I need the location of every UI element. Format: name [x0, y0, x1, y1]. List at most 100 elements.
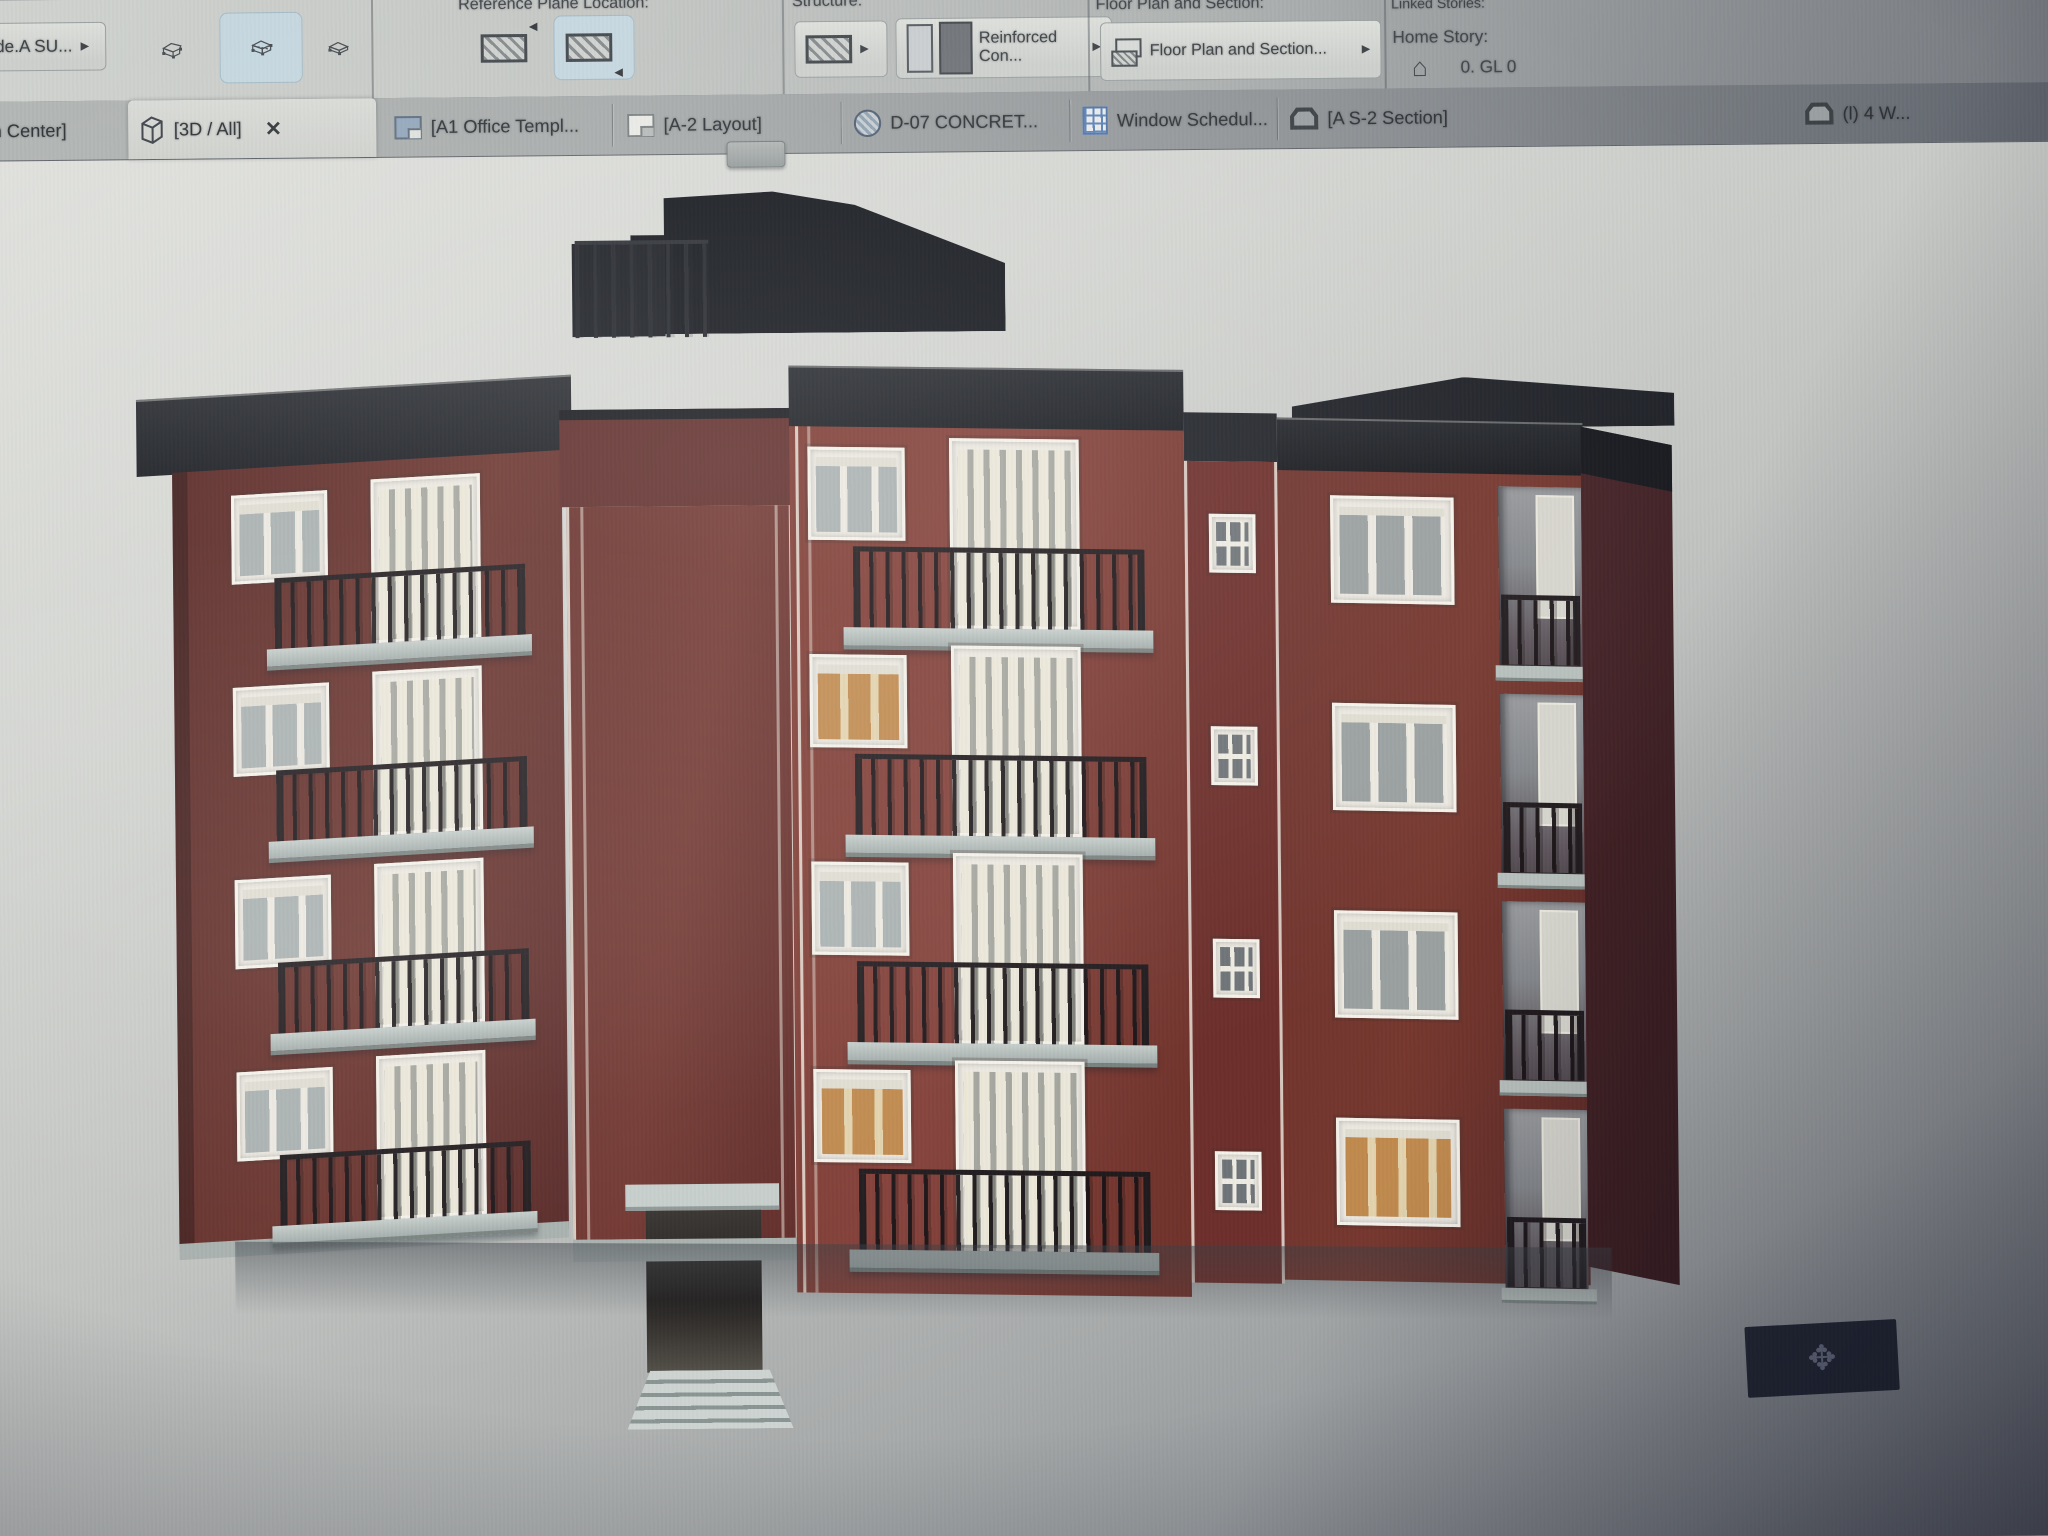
stair-tower[interactable] — [558, 248, 806, 1274]
balcony-railing[interactable] — [1505, 1009, 1585, 1082]
balcony-railing[interactable] — [853, 546, 1145, 637]
viewport-3d[interactable]: ✥ — [0, 141, 2048, 1536]
slab-sloped-glyph — [160, 34, 187, 65]
marker-top-icon: ◀ — [529, 22, 538, 33]
favorites-dropdown[interactable]: rade.A SU... ▶ — [0, 22, 106, 72]
hatch-swatch-icon — [480, 34, 527, 63]
window[interactable] — [235, 875, 332, 970]
right-end-face[interactable] — [1580, 427, 1679, 1285]
tab-label: D-07 CONCRET... — [890, 111, 1038, 134]
window[interactable] — [1332, 703, 1457, 813]
floor-plan-value: Floor Plan and Section... — [1150, 40, 1327, 60]
window-panes — [816, 457, 898, 533]
window-panes — [245, 1078, 326, 1154]
small-window[interactable] — [1209, 514, 1256, 573]
photographed-monitor: rade.A SU... ▶ — [0, 0, 2048, 1536]
window[interactable] — [807, 447, 905, 541]
window-panes — [1345, 1129, 1451, 1218]
window[interactable] — [1330, 495, 1455, 605]
window[interactable] — [1336, 1118, 1461, 1228]
floor-plan-icon — [1111, 38, 1142, 65]
window[interactable] — [809, 654, 907, 748]
building-material-dropdown[interactable]: Reinforced Con... ▶ — [895, 16, 1112, 79]
tab-as2-section[interactable]: [A S-2 Section] — [1280, 88, 1483, 149]
linked-stories-label: Linked Stories: — [1391, 0, 1485, 12]
tab-elevation-4w[interactable]: (l) 4 W... — [1795, 82, 2048, 143]
corner-trim — [580, 507, 590, 1240]
pan-navigation-widget[interactable]: ✥ — [1744, 1319, 1899, 1398]
tab-label: [A-2 Layout] — [664, 113, 762, 135]
main-facade-block[interactable] — [788, 365, 1192, 1311]
main-roof-fascia[interactable] — [788, 365, 1183, 432]
window-panes — [1218, 734, 1251, 778]
home-story-icon: ⌂ — [1412, 54, 1428, 80]
window-panes — [1343, 922, 1449, 1011]
small-window[interactable] — [1213, 939, 1260, 998]
ground-shadow — [235, 1242, 1612, 1321]
slab-thin-glyph — [325, 33, 352, 64]
screen-content: rade.A SU... ▶ — [0, 0, 2048, 1536]
tab-window-schedule[interactable]: Window Schedul... — [1072, 90, 1277, 151]
tower-facade[interactable] — [566, 505, 799, 1240]
material-value: Reinforced Con... — [979, 29, 1087, 66]
window[interactable] — [237, 1067, 334, 1162]
entrance-steps[interactable] — [627, 1369, 794, 1429]
reference-plane-label: Reference Plane Location: — [458, 0, 649, 14]
tab-overflow-button[interactable] — [727, 141, 786, 168]
small-window[interactable] — [1211, 726, 1258, 785]
hatch-swatch-icon — [805, 35, 852, 64]
balcony-slab — [1498, 873, 1593, 890]
elevation-marker-icon — [1805, 102, 1834, 125]
dropdown-arrow-icon: ▶ — [1362, 44, 1371, 55]
balcony-railing[interactable] — [857, 961, 1149, 1052]
tab-a1-office-template[interactable]: [A1 Office Templ... — [384, 96, 613, 157]
window[interactable] — [813, 1069, 911, 1163]
layout-sheet-icon — [627, 113, 655, 137]
recessed-balcony[interactable] — [1498, 486, 1583, 682]
small-window[interactable] — [1215, 1151, 1262, 1210]
window-panes — [1216, 522, 1249, 566]
balcony-railing[interactable] — [1501, 595, 1581, 668]
tab-separator — [613, 104, 614, 147]
recessed-balcony[interactable] — [1502, 901, 1587, 1097]
utility-fascia — [1184, 412, 1278, 462]
right-roof-fascia[interactable] — [1277, 417, 1583, 477]
tab-label: n Center] — [0, 120, 67, 142]
slab-box-icon[interactable] — [219, 12, 303, 84]
window-panes — [1339, 507, 1445, 596]
balcony-railing[interactable] — [855, 754, 1147, 845]
balcony-railing[interactable] — [1503, 802, 1583, 875]
pan-icon: ✥ — [1807, 1337, 1838, 1379]
floor-plan-display-dropdown[interactable]: Floor Plan and Section... ▶ — [1100, 20, 1382, 81]
corner-trim — [795, 426, 806, 1292]
hatch-swatch-icon — [565, 33, 612, 62]
tab-3d-all[interactable]: [3D / All] ✕ — [128, 98, 376, 159]
home-story-value: 0. GL 0 — [1460, 57, 1516, 78]
dropdown-arrow-icon: ▶ — [81, 41, 90, 52]
window[interactable] — [1334, 910, 1459, 1020]
close-icon[interactable]: ✕ — [265, 116, 282, 141]
utility-bay[interactable] — [1184, 412, 1286, 1304]
window-panes — [243, 885, 324, 961]
master-layout-icon — [394, 115, 422, 139]
slab-box-glyph — [248, 32, 275, 63]
slab-thin-icon[interactable] — [306, 19, 369, 76]
tab-d07-concrete-detail[interactable]: D-07 CONCRET... — [843, 92, 1070, 153]
window[interactable] — [233, 682, 330, 777]
balcony-slab — [1500, 1080, 1595, 1097]
left-wing[interactable] — [136, 375, 580, 1331]
material-swatch-dark — [939, 22, 973, 75]
right-wing[interactable] — [1277, 417, 1591, 1313]
cube-3d-icon — [138, 114, 165, 145]
window[interactable] — [231, 490, 328, 585]
window[interactable] — [811, 862, 909, 956]
ref-plane-top-icon[interactable]: ◀ — [474, 22, 543, 75]
ref-plane-bottom-icon[interactable]: ◀ — [553, 15, 635, 81]
entrance-canopy[interactable] — [625, 1183, 779, 1211]
tower-parapet[interactable] — [559, 408, 798, 507]
slab-sloped-icon[interactable] — [140, 19, 205, 80]
tab-navigator-center[interactable]: n Center] — [0, 101, 101, 161]
structure-fill-button[interactable]: ▶ — [794, 20, 888, 78]
recessed-balcony[interactable] — [1500, 694, 1585, 890]
detail-drawing-icon — [854, 109, 882, 137]
